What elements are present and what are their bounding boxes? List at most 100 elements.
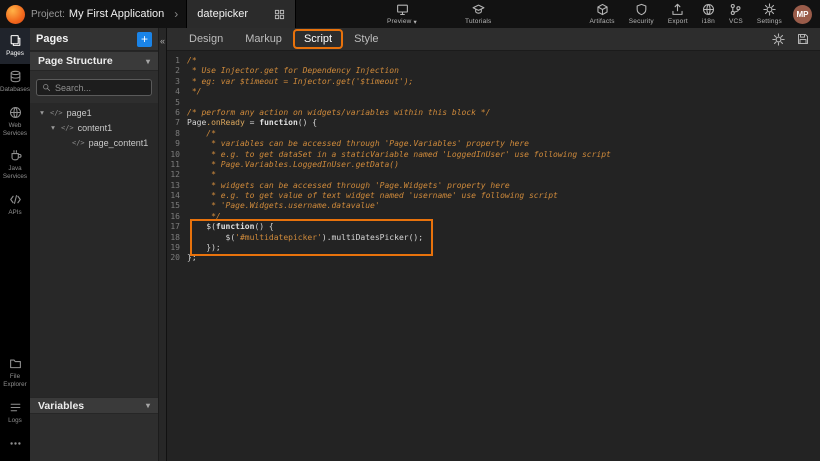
tab-design[interactable]: Design <box>180 31 232 47</box>
user-avatar[interactable]: MP <box>793 5 812 24</box>
line-text: * <box>187 170 216 180</box>
search-input[interactable] <box>55 83 146 93</box>
topbar: Project: My First Application › datepick… <box>0 0 820 28</box>
rail-top: Pages Databases Web Services Java Services A… <box>0 28 30 223</box>
rail-bottom: File ExplorerLogs <box>0 351 30 461</box>
artifacts-icon <box>596 3 609 16</box>
wavemaker-logo-icon[interactable] <box>6 5 25 24</box>
code-line: 3 * eg: var $timeout = Injector.get('$ti… <box>167 77 820 87</box>
rail-item-databases[interactable]: Databases <box>0 64 30 100</box>
line-number: 5 <box>167 98 187 108</box>
sidebar-splitter[interactable]: « <box>158 28 167 461</box>
file-explorer-icon <box>9 357 22 370</box>
code-line: 19 }); <box>167 243 820 253</box>
topbar-item-security[interactable]: Security <box>622 3 661 25</box>
topbar-item-settings[interactable]: Settings <box>750 3 789 25</box>
java-services-icon <box>9 149 22 162</box>
main-area: Pages Databases Web Services Java Services A… <box>0 28 820 461</box>
tab-markup[interactable]: Markup <box>236 31 291 47</box>
editor-settings-icon[interactable] <box>772 33 785 46</box>
save-icon[interactable] <box>797 33 809 46</box>
line-text: * e.g. to get dataSet in a staticVariabl… <box>187 150 611 160</box>
line-number: 3 <box>167 77 187 87</box>
add-page-button[interactable]: + <box>137 32 152 47</box>
collapse-sidebar-button[interactable]: « <box>159 28 166 46</box>
topbar-item-export[interactable]: Export <box>661 3 695 25</box>
search-box <box>36 79 152 96</box>
line-number: 1 <box>167 56 187 66</box>
vcs-icon <box>729 3 742 16</box>
rail-item-apis[interactable]: APIs <box>0 187 30 223</box>
line-number: 10 <box>167 150 187 160</box>
code-line: 15 * 'Page.Widgets.username.datavalue' <box>167 201 820 211</box>
editor-area: DesignMarkupScriptStyle 1/*2 * Use Injec… <box>167 28 820 461</box>
code-lines: 1/*2 * Use Injector.get for Dependency I… <box>167 56 820 264</box>
script-editor[interactable]: 1/*2 * Use Injector.get for Dependency I… <box>167 51 820 461</box>
topbar-item-label: Settings <box>757 18 782 25</box>
security-icon <box>635 3 648 16</box>
topbar-item-labelrow: Export <box>668 18 688 25</box>
rail-item-java-services[interactable]: Java Services <box>0 143 30 187</box>
topbar-item-label: Security <box>629 18 654 25</box>
line-text: */ <box>187 87 201 97</box>
code-line: 10 * e.g. to get dataSet in a staticVari… <box>167 150 820 160</box>
rail-item-label: Web Services <box>1 122 29 138</box>
rail-item-pages[interactable]: Pages <box>0 28 30 64</box>
rail-item-web-services[interactable]: Web Services <box>0 100 30 144</box>
i18n-icon <box>702 3 715 16</box>
search-icon <box>42 83 51 92</box>
line-text: $(function() { <box>187 222 274 232</box>
grid-icon[interactable] <box>274 9 285 20</box>
code-line: 6/* perform any action on widgets/variab… <box>167 108 820 118</box>
line-number: 7 <box>167 118 187 128</box>
topbar-item-label: i18n <box>702 18 715 25</box>
tree-item-page1[interactable]: ▾</>page1 <box>30 105 158 120</box>
line-number: 16 <box>167 212 187 222</box>
variables-label: Variables <box>38 400 84 412</box>
topbar-item-labelrow: Security <box>629 18 654 25</box>
code-line: 11 * Page.Variables.LoggedInUser.getData… <box>167 160 820 170</box>
topbar-item-tutorials[interactable]: Tutorials <box>458 3 498 26</box>
chevron-down-icon: ▾ <box>146 57 150 66</box>
code-line: 16 */ <box>167 212 820 222</box>
rail-item-file-explorer[interactable]: File Explorer <box>0 351 30 395</box>
rail-item-logs[interactable]: Logs <box>0 395 30 431</box>
tree-item-page_content1[interactable]: </>page_content1 <box>30 135 158 150</box>
chevron-down-icon: ▾ <box>146 401 150 410</box>
rail-item-label: APIs <box>8 209 21 217</box>
line-text: */ <box>187 212 221 222</box>
editor-tabbar: DesignMarkupScriptStyle <box>167 28 820 51</box>
chevron-right-icon: › <box>174 7 178 21</box>
code-line: 12 * <box>167 170 820 180</box>
project-label: Project: <box>31 9 65 20</box>
topbar-item-labelrow: VCS <box>729 18 743 25</box>
sidebar-header: Pages + <box>30 28 158 51</box>
tab-style[interactable]: Style <box>345 31 387 47</box>
tab-script[interactable]: Script <box>295 31 341 47</box>
sidebar-title: Pages <box>36 33 68 45</box>
line-text: $('#multidatepicker').multiDatesPicker()… <box>187 233 423 243</box>
page-tab-datepicker[interactable]: datepicker <box>186 0 296 28</box>
left-rail: Pages Databases Web Services Java Services A… <box>0 28 30 461</box>
chevron-down-icon[interactable]: ▾ <box>49 123 57 132</box>
tree-item-content1[interactable]: ▾</>content1 <box>30 120 158 135</box>
topbar-item-vcs[interactable]: VCS <box>722 3 750 25</box>
line-number: 2 <box>167 66 187 76</box>
topbar-item-i18n[interactable]: i18n <box>695 3 722 25</box>
topbar-item-preview[interactable]: Preview▾ <box>380 3 424 26</box>
code-line: 4 */ <box>167 87 820 97</box>
line-number: 13 <box>167 181 187 191</box>
line-text: * e.g. to get value of text widget named… <box>187 191 558 201</box>
chevron-down-icon[interactable]: ▾ <box>38 108 46 117</box>
topbar-item-labelrow: Settings <box>757 18 782 25</box>
line-number: 11 <box>167 160 187 170</box>
rail-item-label: Databases <box>0 86 30 94</box>
line-number: 8 <box>167 129 187 139</box>
topbar-item-artifacts[interactable]: Artifacts <box>582 3 621 25</box>
rail-item-more[interactable] <box>0 431 30 459</box>
page-structure-header[interactable]: Page Structure ▾ <box>30 51 158 71</box>
line-text: * widgets can be accessed through 'Page.… <box>187 181 510 191</box>
variables-header[interactable]: Variables ▾ <box>30 397 158 414</box>
logs-icon <box>9 401 22 414</box>
code-line: 7Page.onReady = function() { <box>167 118 820 128</box>
